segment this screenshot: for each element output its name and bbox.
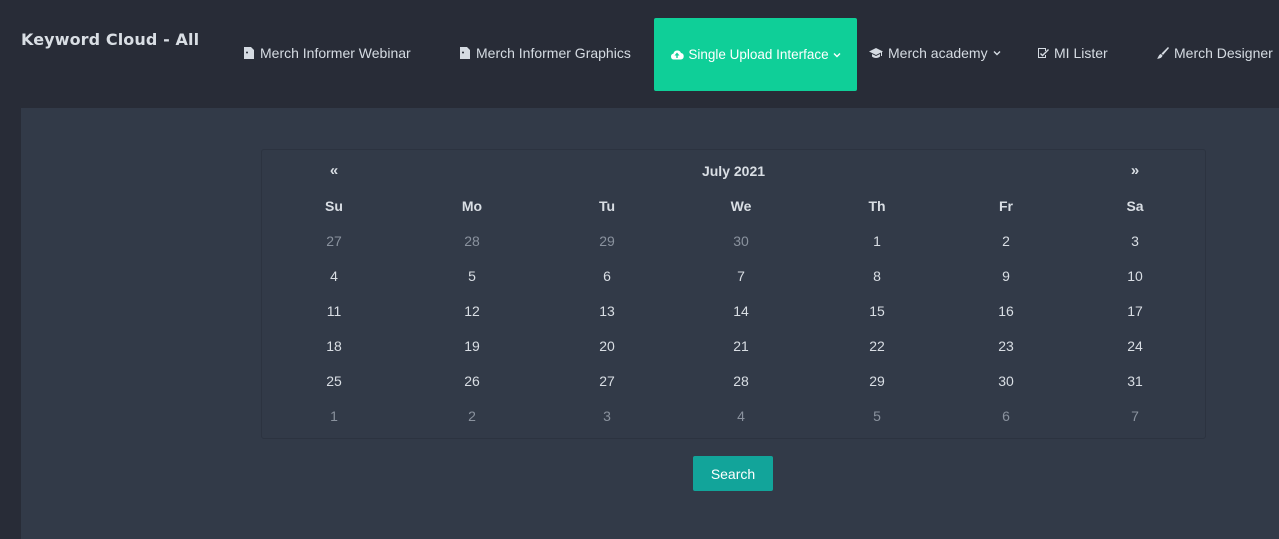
calendar-day[interactable]: 31: [1105, 371, 1165, 391]
calendar-month-title[interactable]: July 2021: [262, 161, 1205, 181]
calendar-day[interactable]: 2: [976, 231, 1036, 251]
calendar-day[interactable]: 8: [847, 266, 907, 286]
next-month-button[interactable]: »: [1120, 161, 1150, 181]
calendar-day[interactable]: 11: [304, 301, 364, 321]
calendar-day[interactable]: 5: [442, 266, 502, 286]
checklist-icon: [1038, 48, 1049, 58]
nav-label: MI Lister: [1054, 45, 1108, 61]
calendar-day[interactable]: 7: [1105, 406, 1165, 426]
calendar-day[interactable]: 4: [304, 266, 364, 286]
calendar-day[interactable]: 10: [1105, 266, 1165, 286]
nav-merch-informer-graphics[interactable]: Merch Informer Graphics: [459, 44, 631, 62]
calendar-day[interactable]: 22: [847, 336, 907, 356]
chevron-down-icon: [833, 52, 841, 57]
calendar-day[interactable]: 1: [304, 406, 364, 426]
nav-merch-academy[interactable]: Merch academy: [869, 44, 1001, 62]
calendar-day[interactable]: 7: [711, 266, 771, 286]
file-image-icon: [244, 47, 254, 59]
nav-merch-informer-webinar[interactable]: Merch Informer Webinar: [243, 44, 411, 62]
calendar-day[interactable]: 19: [442, 336, 502, 356]
weekday-label: Su: [325, 198, 343, 214]
weekday-label: Mo: [461, 198, 483, 214]
calendar-day[interactable]: 12: [442, 301, 502, 321]
calendar-day[interactable]: 26: [442, 371, 502, 391]
calendar-day[interactable]: 6: [577, 266, 637, 286]
chevron-down-icon: [993, 51, 1001, 56]
weekday-label: Sa: [1126, 198, 1144, 214]
calendar-day[interactable]: 9: [976, 266, 1036, 286]
calendar-week-row: 27 28 29 30 1 2 3: [262, 231, 1205, 251]
calendar-week-row: 11 12 13 14 15 16 17: [262, 301, 1205, 321]
main-panel: « July 2021 » Su Mo Tu We Th Fr Sa 27 28 29 30 1 2 3 4…: [21, 108, 1279, 539]
calendar-day[interactable]: 14: [711, 301, 771, 321]
calendar-week-row: 4 5 6 7 8 9 10: [262, 266, 1205, 286]
calendar-day[interactable]: 30: [711, 231, 771, 251]
calendar-day[interactable]: 16: [976, 301, 1036, 321]
weekday-label: Th: [868, 198, 886, 214]
calendar-day[interactable]: 13: [577, 301, 637, 321]
calendar-day[interactable]: 5: [847, 406, 907, 426]
calendar-day[interactable]: 1: [847, 231, 907, 251]
calendar-day[interactable]: 2: [442, 406, 502, 426]
weekday-label: Tu: [598, 198, 616, 214]
nav-merch-designer[interactable]: Merch Designer: [1157, 44, 1273, 62]
calendar-week-row: 18 19 20 21 22 23 24: [262, 336, 1205, 356]
calendar-day[interactable]: 17: [1105, 301, 1165, 321]
calendar-day[interactable]: 4: [711, 406, 771, 426]
nav-label: Merch academy: [888, 45, 988, 61]
calendar-day[interactable]: 28: [442, 231, 502, 251]
file-image-icon: [460, 47, 470, 59]
nav-mi-lister[interactable]: MI Lister: [1037, 44, 1108, 62]
calendar-day[interactable]: 27: [304, 231, 364, 251]
calendar-day[interactable]: 28: [711, 371, 771, 391]
weekday-label: We: [730, 198, 752, 214]
page-title: Keyword Cloud - All: [21, 30, 200, 49]
calendar-day[interactable]: 23: [976, 336, 1036, 356]
date-picker-calendar: « July 2021 » Su Mo Tu We Th Fr Sa 27 28 29 30 1 2 3 4…: [261, 149, 1206, 439]
brush-icon: [1157, 47, 1169, 59]
calendar-day[interactable]: 3: [1105, 231, 1165, 251]
calendar-week-row: 1 2 3 4 5 6 7: [262, 406, 1205, 426]
calendar-day[interactable]: 20: [577, 336, 637, 356]
calendar-day[interactable]: 6: [976, 406, 1036, 426]
calendar-day[interactable]: 3: [577, 406, 637, 426]
cloud-upload-icon: [671, 50, 685, 59]
calendar-day[interactable]: 15: [847, 301, 907, 321]
calendar-day[interactable]: 21: [711, 336, 771, 356]
calendar-day[interactable]: 29: [847, 371, 907, 391]
nav-label: Merch Informer Graphics: [476, 45, 631, 61]
calendar-day[interactable]: 18: [304, 336, 364, 356]
graduation-cap-icon: [869, 48, 883, 58]
nav-label: Single Upload Interface: [688, 47, 829, 62]
nav-label: Merch Designer: [1174, 45, 1273, 61]
nav-single-upload-interface[interactable]: Single Upload Interface: [654, 18, 857, 91]
calendar-day[interactable]: 30: [976, 371, 1036, 391]
top-navbar: Keyword Cloud - All Merch Informer Webin…: [0, 0, 1279, 108]
nav-label: Merch Informer Webinar: [260, 45, 411, 61]
weekday-header-row: Su Mo Tu We Th Fr Sa: [262, 196, 1205, 216]
calendar-day[interactable]: 25: [304, 371, 364, 391]
calendar-week-row: 25 26 27 28 29 30 31: [262, 371, 1205, 391]
calendar-day[interactable]: 29: [577, 231, 637, 251]
calendar-day[interactable]: 27: [577, 371, 637, 391]
search-button[interactable]: Search: [693, 456, 773, 491]
calendar-day[interactable]: 24: [1105, 336, 1165, 356]
weekday-label: Fr: [999, 198, 1013, 214]
